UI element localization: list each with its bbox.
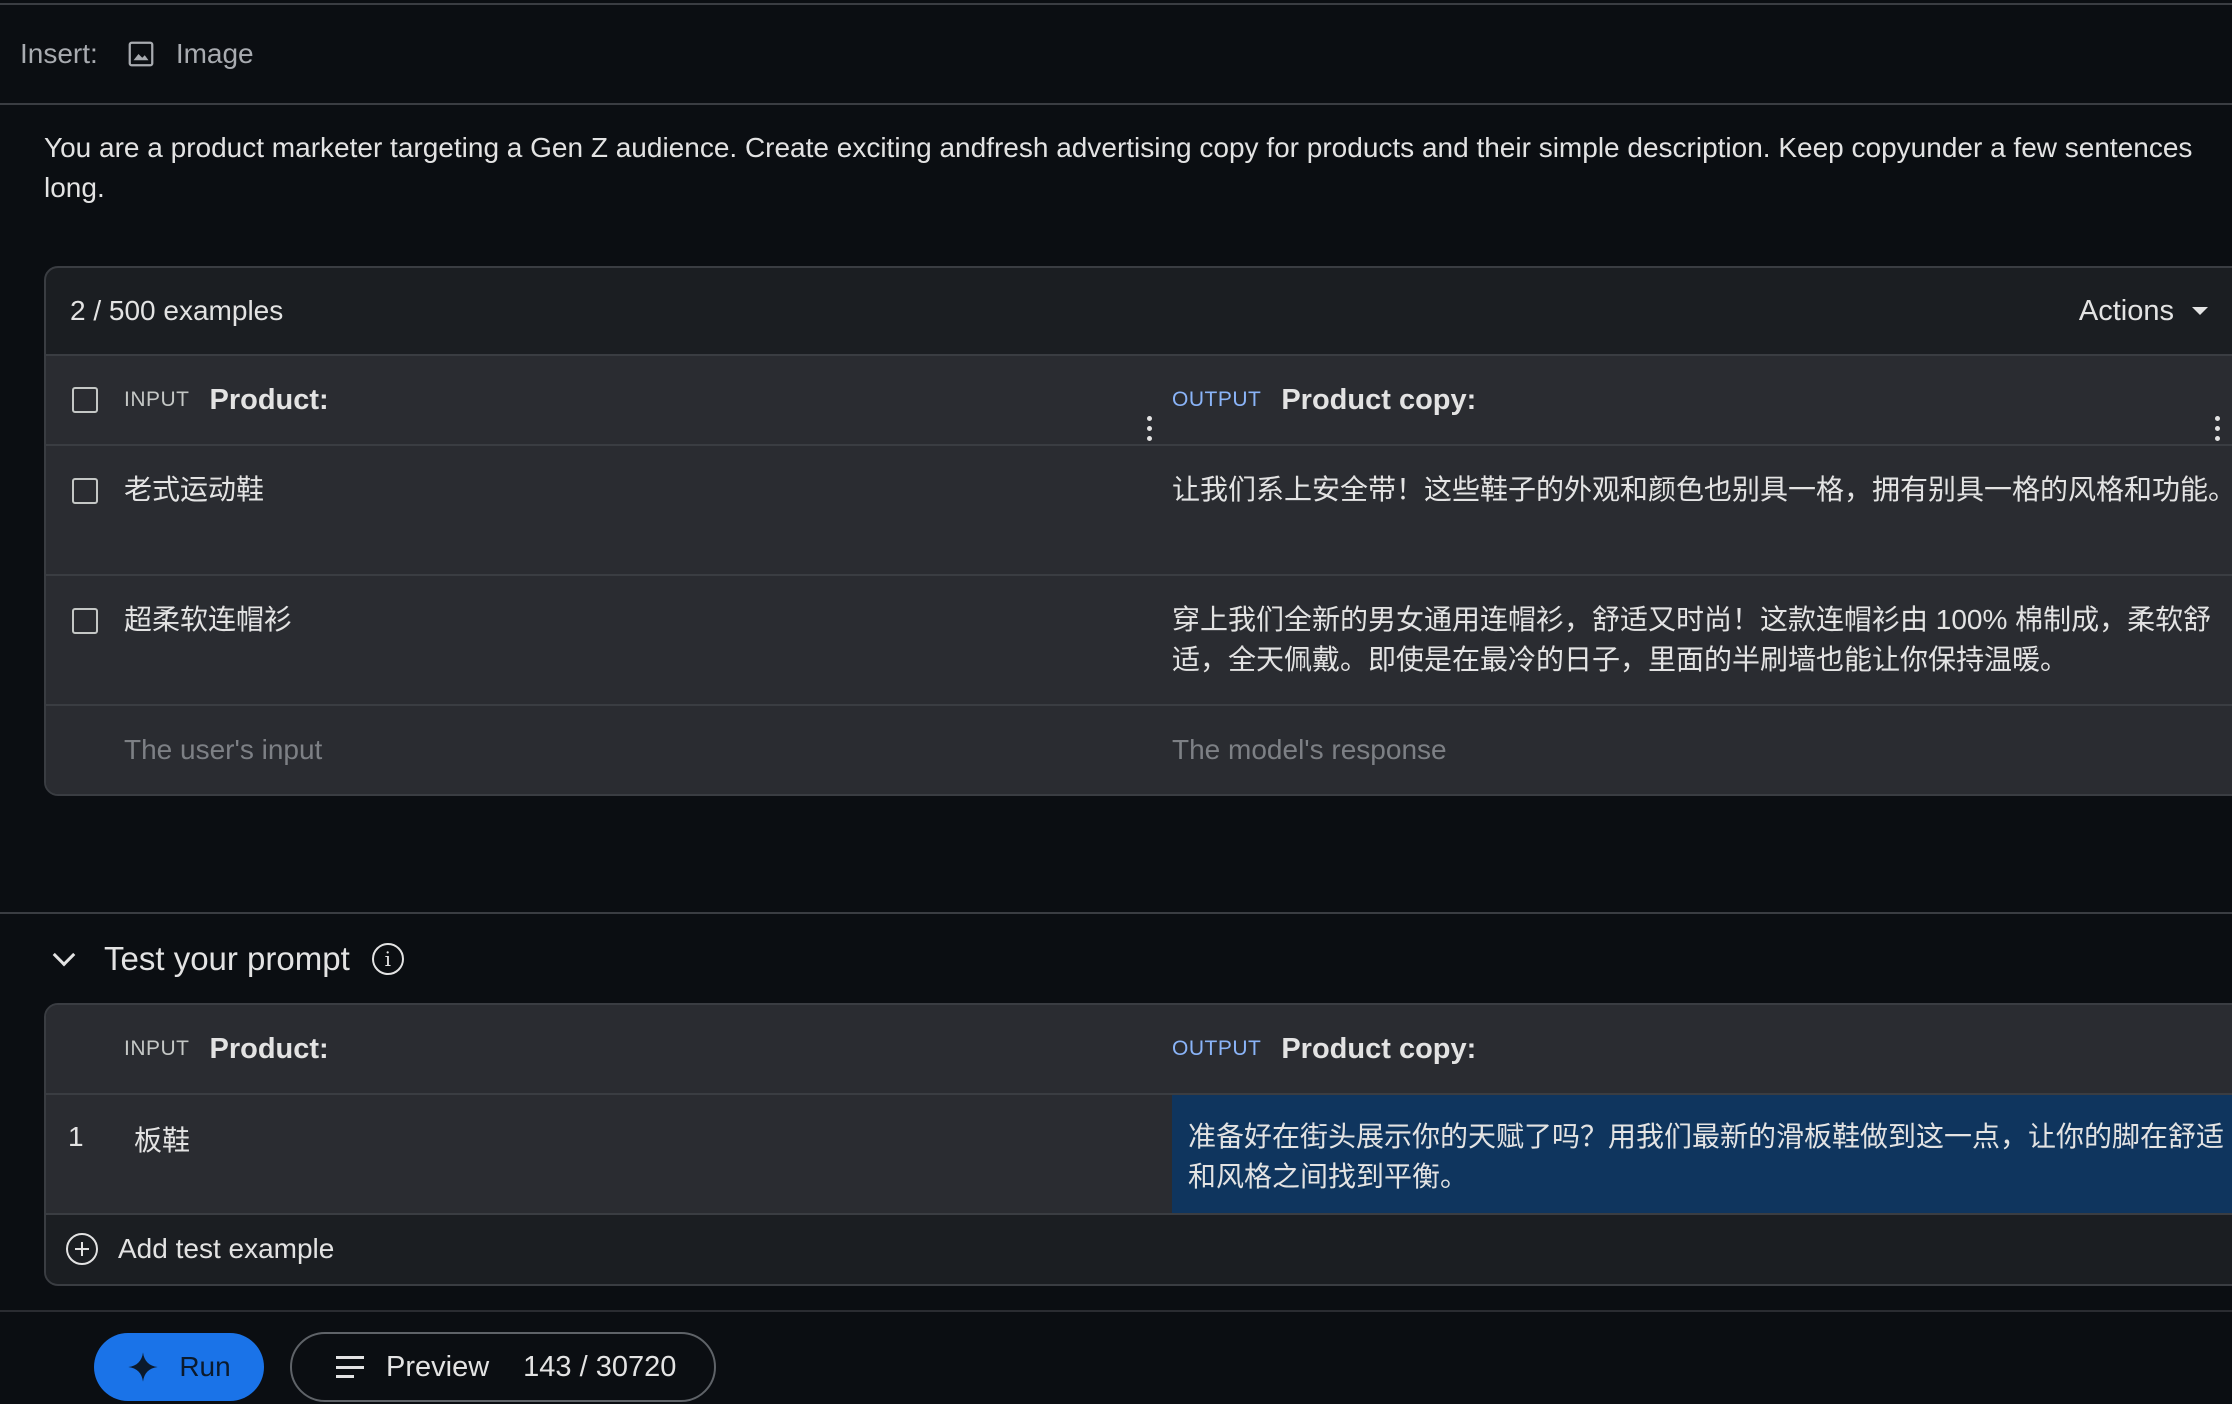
- image-icon: [128, 41, 154, 67]
- section-divider: [0, 912, 2232, 914]
- run-label: Run: [179, 1351, 231, 1382]
- lines-icon: [336, 1356, 364, 1378]
- row-checkbox[interactable]: [72, 478, 98, 504]
- input-column-menu-icon[interactable]: [1134, 409, 1164, 449]
- sparkle-icon: [128, 1352, 158, 1382]
- footer-divider: [0, 1310, 2232, 1312]
- output-placeholder[interactable]: The model's response: [1172, 734, 1447, 766]
- input-column-title: Product:: [209, 1032, 329, 1065]
- example-row: 超柔软连帽衫 穿上我们全新的男女通用连帽衫，舒适又时尚！这款连帽衫由 100% …: [46, 576, 2232, 706]
- select-all-checkbox[interactable]: [72, 387, 98, 413]
- input-tag: INPUT: [124, 1037, 190, 1060]
- input-column-title[interactable]: Product:: [210, 384, 329, 417]
- output-tag: OUTPUT: [1172, 1037, 1262, 1060]
- example-input[interactable]: 超柔软连帽衫: [124, 600, 292, 640]
- test-prompt-header: Test your prompt i: [52, 930, 404, 988]
- insert-image-button[interactable]: Image: [126, 38, 254, 70]
- output-tag: OUTPUT: [1172, 388, 1262, 411]
- insert-toolbar: Insert: Image: [0, 5, 2232, 105]
- info-icon[interactable]: i: [371, 943, 404, 975]
- test-row-number: 1: [46, 1095, 124, 1213]
- row-checkbox[interactable]: [72, 608, 98, 634]
- example-output[interactable]: 穿上我们全新的男女通用连帽衫，舒适又时尚！这款连帽衫由 100% 棉制成，柔软舒…: [1172, 600, 2232, 680]
- test-table: INPUT Product: OUTPUT Product copy: 1 板鞋…: [44, 1003, 2232, 1286]
- test-input[interactable]: 板鞋: [134, 1121, 190, 1161]
- chevron-down-icon[interactable]: [52, 943, 76, 967]
- new-example-row: The user's input The model's response: [46, 706, 2232, 794]
- examples-count: 2 / 500 examples: [70, 295, 284, 326]
- test-output[interactable]: 准备好在街头展示你的天赋了吗？用我们最新的滑板鞋做到这一点，让你的脚在舒适和风格…: [1188, 1121, 2224, 1192]
- preview-button[interactable]: Preview 143 / 30720: [290, 1332, 716, 1402]
- add-circle-icon: [66, 1233, 98, 1265]
- input-tag: INPUT: [124, 388, 190, 411]
- run-button[interactable]: Run: [94, 1333, 264, 1401]
- example-row: 老式运动鞋 让我们系上安全带！这些鞋子的外观和颜色也别具一格，拥有别具一格的风格…: [46, 446, 2232, 576]
- insert-label: Insert:: [20, 38, 98, 69]
- insert-image-label: Image: [175, 38, 254, 69]
- add-test-example-button[interactable]: Add test example: [46, 1215, 2232, 1283]
- actions-dropdown[interactable]: Actions: [2079, 295, 2208, 328]
- system-instructions-text[interactable]: You are a product marketer targeting a G…: [44, 128, 2194, 208]
- example-input[interactable]: 老式运动鞋: [124, 470, 264, 510]
- token-count: 143 / 30720: [523, 1350, 677, 1383]
- actions-label: Actions: [2078, 294, 2174, 327]
- examples-column-header: INPUT Product: OUTPUT Product copy:: [46, 356, 2232, 446]
- output-column-menu-icon[interactable]: [2202, 409, 2232, 449]
- add-test-example-label: Add test example: [118, 1233, 335, 1264]
- output-column-title[interactable]: Product copy:: [1281, 384, 1476, 417]
- examples-header: 2 / 500 examples Actions: [46, 268, 2232, 356]
- input-placeholder[interactable]: The user's input: [124, 734, 322, 766]
- output-column-title: Product copy:: [1281, 1032, 1477, 1065]
- test-row: 1 板鞋 准备好在街头展示你的天赋了吗？用我们最新的滑板鞋做到这一点，让你的脚在…: [46, 1095, 2232, 1215]
- test-prompt-title: Test your prompt: [104, 940, 350, 977]
- examples-table: 2 / 500 examples Actions INPUT Product: …: [44, 266, 2232, 796]
- caret-down-icon: [2192, 307, 2208, 315]
- preview-label: Preview: [386, 1350, 490, 1383]
- test-column-header: INPUT Product: OUTPUT Product copy:: [46, 1005, 2232, 1095]
- example-output[interactable]: 让我们系上安全带！这些鞋子的外观和颜色也别具一格，拥有别具一格的风格和功能。: [1172, 470, 2232, 510]
